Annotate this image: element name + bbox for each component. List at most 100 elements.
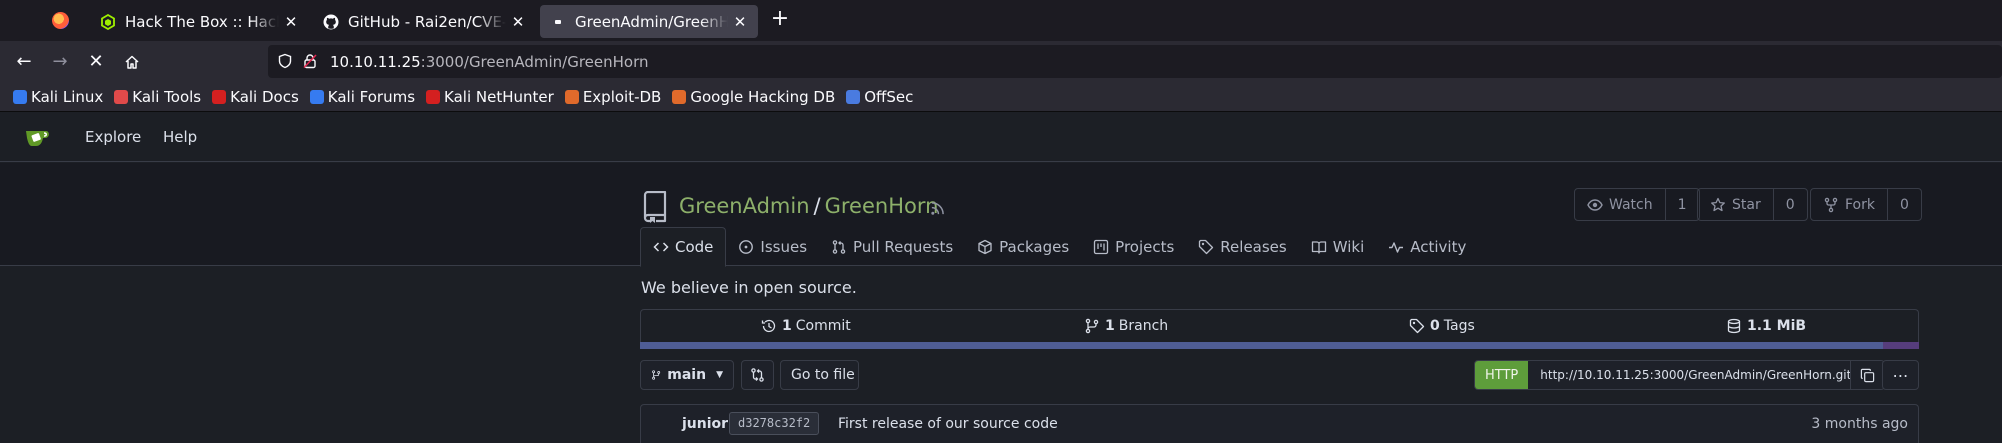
- tab-releases[interactable]: Releases: [1186, 227, 1298, 266]
- bookmarks-toolbar: Kali Linux Kali Tools Kali Docs Kali For…: [0, 82, 2002, 112]
- gitea-page: Explore Help GreenAdmin / GreenHorn Watch …: [0, 112, 2002, 443]
- branches-stat[interactable]: 1 Branch: [1084, 318, 1168, 334]
- close-tab-icon[interactable]: ✕: [510, 13, 526, 31]
- bookmark-google-hacking-db[interactable]: Google Hacking DB: [672, 88, 835, 106]
- commits-stat[interactable]: 1 Commit: [761, 318, 851, 334]
- insecure-lock-icon[interactable]: [302, 53, 318, 69]
- ghdb-icon: [672, 89, 687, 104]
- eye-icon: [1587, 198, 1603, 211]
- close-tab-icon[interactable]: ✕: [283, 13, 299, 31]
- watch-count[interactable]: 1: [1664, 189, 1699, 220]
- bookmark-kali-linux[interactable]: Kali Linux: [13, 88, 103, 106]
- repo-title: GreenAdmin / GreenHorn: [679, 194, 939, 218]
- issue-icon: [739, 239, 754, 254]
- compare-button[interactable]: [741, 360, 774, 390]
- repo-owner-link[interactable]: GreenAdmin: [679, 194, 810, 218]
- project-board-icon: [1094, 239, 1109, 254]
- tab-pull-requests[interactable]: Pull Requests: [819, 227, 965, 266]
- kali-docs-icon: [212, 89, 227, 104]
- repo-header: GreenAdmin / GreenHorn Watch 1 Star 0 Fork…: [0, 163, 2002, 267]
- kali-forums-icon: [309, 89, 324, 104]
- bookmark-kali-nethunter[interactable]: Kali NetHunter: [426, 88, 554, 106]
- bookmark-kali-tools[interactable]: Kali Tools: [114, 88, 201, 106]
- star-button-group: Star 0: [1697, 188, 1808, 221]
- commit-sha-button[interactable]: d3278c32f2: [729, 412, 820, 435]
- hackthebox-icon: [100, 13, 116, 30]
- nav-help-link[interactable]: Help: [163, 128, 197, 146]
- compare-icon: [751, 368, 764, 382]
- commit-message-link[interactable]: First release of our source code: [838, 416, 1058, 432]
- tab-issues[interactable]: Issues: [726, 227, 819, 266]
- repo-stats-bar: 1 Commit 1 Branch 0 Tags 1.1 MiB: [640, 309, 1919, 342]
- branch-icon: [652, 370, 661, 380]
- tracking-protection-shield-icon[interactable]: [277, 53, 293, 69]
- github-icon: [323, 14, 339, 30]
- watch-button[interactable]: Watch: [1575, 189, 1665, 220]
- offsec-icon: [846, 89, 861, 104]
- repo-name-link[interactable]: GreenHorn: [825, 194, 939, 218]
- history-icon: [761, 319, 776, 333]
- clone-url-input[interactable]: http://10.10.11.25:3000/GreenAdmin/Green…: [1528, 361, 1851, 389]
- tags-stat[interactable]: 0 Tags: [1409, 318, 1475, 334]
- branch-icon: [1085, 318, 1099, 334]
- back-arrow-icon[interactable]: ←: [13, 51, 35, 73]
- size-stat: 1.1 MiB: [1726, 318, 1810, 334]
- fork-icon: [1824, 197, 1838, 212]
- commit-time: 3 months ago: [1811, 416, 1908, 432]
- gitea-logo-icon[interactable]: [24, 125, 52, 149]
- tab-packages[interactable]: Packages: [965, 227, 1081, 266]
- commit-author-link[interactable]: junior: [682, 416, 728, 432]
- forward-arrow-icon[interactable]: →: [49, 51, 71, 73]
- new-tab-icon[interactable]: +: [768, 8, 792, 32]
- repo-icon: [643, 191, 667, 223]
- browser-navigation-bar: ← → ✕ 10.10.11.25:3000/GreenAdmin/GreenH…: [0, 41, 2002, 82]
- tab-github[interactable]: GitHub - Rai2en/CVE-2023-50564_Pluck-v4.…: [313, 5, 536, 38]
- package-icon: [978, 239, 992, 254]
- fork-count[interactable]: 0: [1886, 189, 1921, 220]
- close-tab-icon[interactable]: ✕: [732, 13, 748, 31]
- go-to-file-button[interactable]: Go to file: [780, 360, 859, 390]
- bookmark-kali-docs[interactable]: Kali Docs: [212, 88, 299, 106]
- language-segment-0[interactable]: [640, 342, 1884, 349]
- star-button[interactable]: Star: [1698, 189, 1773, 220]
- bookmark-kali-forums[interactable]: Kali Forums: [309, 88, 415, 106]
- nethunter-icon: [426, 89, 441, 104]
- firefox-icon: [51, 11, 69, 29]
- nav-explore-link[interactable]: Explore: [85, 128, 141, 146]
- branch-selector[interactable]: main ▼: [640, 360, 734, 390]
- book-icon: [1311, 240, 1326, 254]
- caret-down-icon: ▼: [716, 370, 723, 380]
- pulse-icon: [1389, 241, 1404, 253]
- language-stats-bar[interactable]: [640, 342, 1919, 349]
- language-segment-1[interactable]: [1883, 342, 1919, 349]
- home-icon[interactable]: [121, 51, 143, 73]
- more-options-button[interactable]: ⋯: [1882, 360, 1919, 390]
- browser-tab-bar: Hack The Box :: Hack The Box ✕ GitHub - …: [0, 0, 2002, 41]
- firefox-view-button[interactable]: [46, 8, 74, 32]
- rss-feed-icon[interactable]: [930, 201, 945, 216]
- kali-dragon-icon: [13, 89, 27, 104]
- kali-tools-icon: [114, 89, 129, 104]
- star-icon: [1711, 197, 1725, 211]
- url-bar[interactable]: 10.10.11.25:3000/GreenAdmin/GreenHorn: [268, 45, 2002, 78]
- gitea-navbar: Explore Help: [0, 112, 2002, 162]
- tab-code[interactable]: Code: [640, 227, 727, 267]
- tab-activity[interactable]: Activity: [1376, 227, 1478, 266]
- bookmark-offsec[interactable]: OffSec: [846, 88, 913, 106]
- tab-greenhorn[interactable]: GreenAdmin/GreenHorn: We believe in open…: [540, 5, 758, 38]
- tab-hackthebox[interactable]: Hack The Box :: Hack The Box ✕: [90, 5, 309, 38]
- tab-projects[interactable]: Projects: [1081, 227, 1186, 266]
- database-icon: [1727, 318, 1741, 334]
- tab-wiki[interactable]: Wiki: [1299, 227, 1377, 266]
- copy-icon: [1861, 368, 1875, 382]
- exploit-db-icon: [564, 89, 579, 104]
- fork-button[interactable]: Fork: [1811, 189, 1887, 220]
- clone-protocol-http-button[interactable]: HTTP: [1475, 361, 1529, 389]
- stop-loading-icon[interactable]: ✕: [85, 51, 107, 73]
- bookmark-exploit-db[interactable]: Exploit-DB: [564, 88, 661, 106]
- copy-clone-url-button[interactable]: [1850, 361, 1885, 389]
- fork-button-group: Fork 0: [1810, 188, 1922, 221]
- url-text: 10.10.11.25:3000/GreenAdmin/GreenHorn: [330, 53, 649, 71]
- watch-button-group: Watch 1: [1574, 188, 1700, 221]
- star-count[interactable]: 0: [1772, 189, 1807, 220]
